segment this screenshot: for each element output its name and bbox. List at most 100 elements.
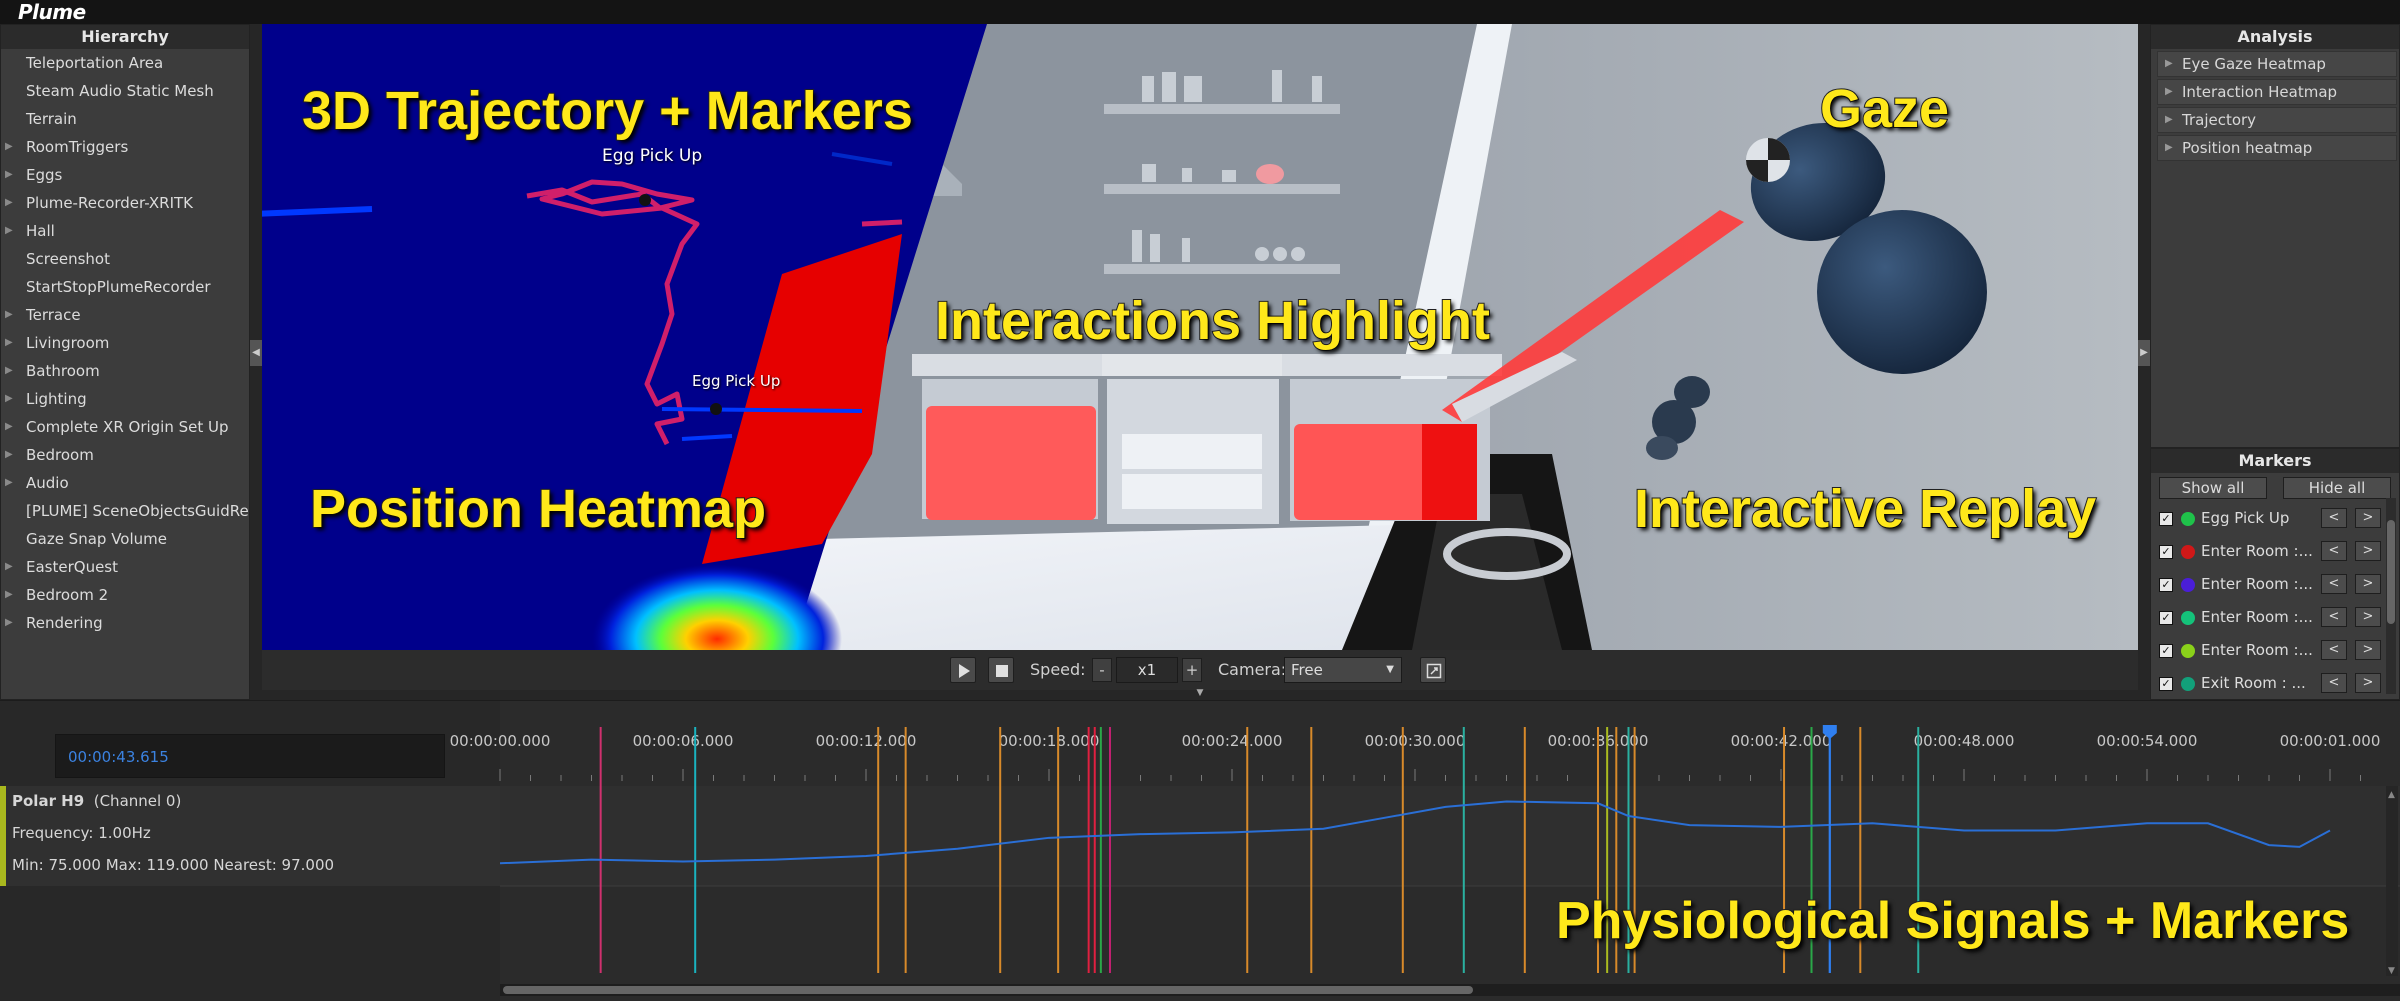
marker-visible-checkbox[interactable]: ✓ (2159, 677, 2173, 691)
analysis-item[interactable]: ▶ Eye Gaze Heatmap (2157, 51, 2397, 77)
camera-dropdown[interactable]: Free ▼ (1284, 657, 1402, 683)
title-bar: Plume (0, 0, 2400, 24)
expand-arrow-icon[interactable]: ▶ (5, 189, 13, 217)
panel-splitter-handle[interactable]: ▼ (1192, 688, 1208, 698)
scroll-down-icon: ▼ (2388, 966, 2395, 976)
hierarchy-item[interactable]: ▶ Rendering (1, 609, 249, 637)
ruler-tick-label: 00:00:12.000 (816, 732, 917, 750)
ruler-tick-label: 00:00:48.000 (1914, 732, 2015, 750)
expand-arrow-icon[interactable]: ▶ (5, 217, 13, 245)
track-frequency: Frequency: 1.00Hz (12, 824, 151, 842)
expand-arrow-icon[interactable]: ▶ (5, 301, 13, 329)
markers-panel: Markers Show all Hide all ✓ Egg Pick Up < >… (2150, 448, 2400, 700)
ruler-tick-label: 00:00:42.000 (1731, 732, 1832, 750)
hierarchy-item[interactable]: ▶ RoomTriggers (1, 133, 249, 161)
marker-next-button[interactable]: > (2355, 574, 2381, 594)
marker-color-dot (2181, 644, 2195, 658)
hierarchy-item[interactable]: ▶ Complete XR Origin Set Up (1, 413, 249, 441)
marker-prev-button[interactable]: < (2321, 541, 2347, 561)
marker-name: Egg Pick Up (2201, 509, 2290, 527)
expand-arrow-icon[interactable]: ▶ (5, 357, 13, 385)
current-time-display[interactable]: 00:00:43.615 (55, 734, 445, 778)
expand-arrow-icon[interactable]: ▶ (5, 441, 13, 469)
hierarchy-item-label: Screenshot (26, 250, 110, 268)
hierarchy-item[interactable]: ▶ Hall (1, 217, 249, 245)
overlay-gaze: Gaze (1819, 78, 1950, 140)
timeline-horizontal-scrollbar[interactable] (500, 984, 2400, 996)
marker-label-egg-pick-up: Egg Pick Up (602, 146, 703, 166)
analysis-title: Analysis (2151, 25, 2399, 49)
marker-prev-button[interactable]: < (2321, 508, 2347, 528)
hierarchy-item[interactable]: ▶ Plume-Recorder-XRITK (1, 189, 249, 217)
marker-visible-checkbox[interactable]: ✓ (2159, 545, 2173, 559)
track-channel: (Channel 0) (93, 792, 182, 810)
hierarchy-item[interactable]: Screenshot (1, 245, 249, 273)
hierarchy-item[interactable]: [PLUME] SceneObjectsGuidRegistry (1, 497, 249, 525)
marker-next-button[interactable]: > (2355, 541, 2381, 561)
hierarchy-item-label: Bedroom 2 (26, 586, 109, 604)
marker-next-button[interactable]: > (2355, 640, 2381, 660)
hide-all-button[interactable]: Hide all (2283, 477, 2391, 499)
track-stats: Min: 75.000 Max: 119.000 Nearest: 97.000 (12, 856, 335, 874)
collapse-left-panel-button[interactable]: ◀ (250, 340, 262, 366)
hierarchy-item-label: Audio (26, 474, 69, 492)
hierarchy-item[interactable]: ▶ Livingroom (1, 329, 249, 357)
expand-arrow-icon[interactable]: ▶ (5, 609, 13, 637)
hierarchy-item[interactable]: ▶ Bedroom (1, 441, 249, 469)
timeline-scrollbar-thumb[interactable] (503, 986, 1473, 994)
expand-arrow-icon[interactable]: ▶ (5, 469, 13, 497)
hierarchy-item[interactable]: ▶ Audio (1, 469, 249, 497)
collapse-right-panel-button[interactable]: ▶ (2138, 340, 2150, 366)
hierarchy-item[interactable]: ▶ Bathroom (1, 357, 249, 385)
hierarchy-item[interactable]: ▶ Eggs (1, 161, 249, 189)
signal-track-lane (500, 786, 2400, 886)
speed-increase-button[interactable]: + (1182, 658, 1202, 682)
hierarchy-item[interactable]: Steam Audio Static Mesh (1, 77, 249, 105)
marker-prev-button[interactable]: < (2321, 574, 2347, 594)
marker-next-button[interactable]: > (2355, 607, 2381, 627)
hierarchy-item[interactable]: ▶ Bedroom 2 (1, 581, 249, 609)
hierarchy-item[interactable]: ▶ Lighting (1, 385, 249, 413)
hierarchy-item[interactable]: Gaze Snap Volume (1, 525, 249, 553)
markers-scrollbar[interactable] (2386, 498, 2396, 694)
hierarchy-item[interactable]: Terrain (1, 105, 249, 133)
maximize-viewport-button[interactable] (1420, 657, 1446, 683)
expand-arrow-icon[interactable]: ▶ (5, 385, 13, 413)
app-logo: Plume (18, 0, 86, 24)
expand-arrow-icon[interactable]: ▶ (5, 133, 13, 161)
speed-label: Speed: (1030, 660, 1086, 679)
analysis-list: ▶ Eye Gaze Heatmap ▶ Interaction Heatmap ▶ Tr… (2151, 51, 2399, 161)
marker-next-button[interactable]: > (2355, 508, 2381, 528)
hierarchy-item[interactable]: ▶ Terrace (1, 301, 249, 329)
marker-next-button[interactable]: > (2355, 673, 2381, 693)
marker-visible-checkbox[interactable]: ✓ (2159, 611, 2173, 625)
overlay-interactive-replay: Interactive Replay (1633, 478, 2097, 540)
speed-decrease-button[interactable]: - (1092, 658, 1112, 682)
play-button[interactable] (950, 657, 976, 683)
speed-value-field[interactable]: x1 (1116, 657, 1178, 683)
hierarchy-item[interactable]: Teleportation Area (1, 49, 249, 77)
marker-visible-checkbox[interactable]: ✓ (2159, 644, 2173, 658)
expand-arrow-icon[interactable]: ▶ (5, 553, 13, 581)
analysis-item[interactable]: ▶ Trajectory (2157, 107, 2397, 133)
markers-scrollbar-thumb[interactable] (2387, 520, 2395, 624)
expand-arrow-icon[interactable]: ▶ (5, 413, 13, 441)
hierarchy-item-label: Livingroom (26, 334, 110, 352)
scene-viewport[interactable]: Egg Pick Up Egg Pick Up 3D Trajectory + … (262, 24, 2138, 650)
expand-arrow-icon[interactable]: ▶ (5, 581, 13, 609)
marker-prev-button[interactable]: < (2321, 673, 2347, 693)
stop-button[interactable] (988, 657, 1014, 683)
expand-arrow-icon[interactable]: ▶ (5, 161, 13, 189)
marker-visible-checkbox[interactable]: ✓ (2159, 512, 2173, 526)
hierarchy-item[interactable]: StartStopPlumeRecorder (1, 273, 249, 301)
show-all-button[interactable]: Show all (2159, 477, 2267, 499)
expand-arrow-icon[interactable]: ▶ (5, 329, 13, 357)
track-header-polar-h9[interactable]: Polar H9 (Channel 0) Frequency: 1.00Hz M… (0, 786, 500, 886)
analysis-item[interactable]: ▶ Position heatmap (2157, 135, 2397, 161)
analysis-item[interactable]: ▶ Interaction Heatmap (2157, 79, 2397, 105)
hierarchy-item[interactable]: ▶ EasterQuest (1, 553, 249, 581)
marker-prev-button[interactable]: < (2321, 607, 2347, 627)
marker-prev-button[interactable]: < (2321, 640, 2347, 660)
marker-visible-checkbox[interactable]: ✓ (2159, 578, 2173, 592)
ruler-tick-label: 00:00:54.000 (2097, 732, 2198, 750)
